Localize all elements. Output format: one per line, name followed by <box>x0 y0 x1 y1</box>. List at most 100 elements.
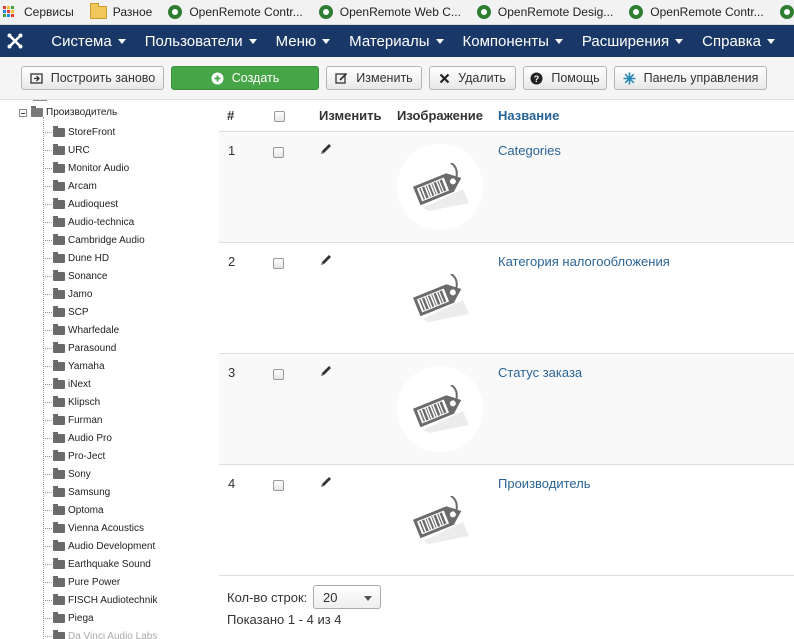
folder-icon <box>53 449 65 461</box>
tree-node[interactable]: Da Vinci Audio Labs <box>43 627 158 639</box>
tree-node[interactable]: Wharfedale <box>43 321 158 339</box>
folder-icon <box>53 485 65 497</box>
pagination-info: Показано 1 - 4 из 4 <box>227 612 342 627</box>
row-checkbox[interactable] <box>273 147 284 158</box>
openremote-icon <box>318 5 333 19</box>
rebuild-button[interactable]: Построить заново <box>21 66 164 90</box>
folder-icon <box>53 251 65 263</box>
bookmark-openremote-controller[interactable]: OpenRemote Contr... <box>168 5 303 19</box>
folder-icon <box>53 611 65 623</box>
openremote-icon <box>779 5 794 19</box>
item-title-link[interactable]: Категория налогообложения <box>498 254 670 269</box>
tree-node[interactable]: Cambridge Audio <box>43 231 158 249</box>
tree-node[interactable]: Optoma <box>43 501 158 519</box>
col-header-edit: Изменить <box>319 108 382 123</box>
tree-node-label: Sonance <box>68 270 108 282</box>
folder-icon <box>53 593 65 605</box>
col-header-num[interactable]: # <box>227 108 234 123</box>
close-icon <box>439 73 450 84</box>
folder-icon <box>53 431 65 443</box>
row-number: 2 <box>228 254 236 269</box>
bookmark-openremote-controller-2[interactable]: OpenRemote Contr... <box>629 5 764 19</box>
bookmark-folder-misc[interactable]: Разное <box>89 2 152 19</box>
row-checkbox[interactable] <box>273 258 284 269</box>
pencil-icon[interactable] <box>319 253 333 270</box>
edit-button[interactable]: Изменить <box>326 66 422 90</box>
rows-per-page-select[interactable]: 20 <box>313 585 381 609</box>
tree-node[interactable]: Audioquest <box>43 195 158 213</box>
pencil-icon[interactable] <box>319 475 333 492</box>
tree-node[interactable]: Arcam <box>43 177 158 195</box>
folder-icon <box>53 305 65 317</box>
tree-node[interactable]: FISCH Audiotechnik <box>43 591 158 609</box>
tree-node[interactable]: Vienna Acoustics <box>43 519 158 537</box>
table-body: 1 Categories 2 Категория налогообложения 3 Ст… <box>219 132 794 576</box>
folder-icon <box>53 287 65 299</box>
tree-node[interactable]: StoreFront <box>43 123 158 141</box>
joomla-logo-icon[interactable] <box>0 32 30 50</box>
tree-node[interactable]: Audio Development <box>43 537 158 555</box>
tag-image-icon <box>397 477 483 563</box>
tree-node-label: Optoma <box>68 504 104 516</box>
menu-menus[interactable]: Меню <box>276 33 331 50</box>
pencil-icon[interactable] <box>319 364 333 381</box>
bookmark-services[interactable]: Сервисы <box>3 5 74 19</box>
row-checkbox[interactable] <box>273 480 284 491</box>
menu-users[interactable]: Пользователи <box>145 33 257 50</box>
item-title-link[interactable]: Categories <box>498 143 561 158</box>
openremote-icon <box>476 5 491 19</box>
tree-node[interactable]: SCP <box>43 303 158 321</box>
tree-node[interactable]: Samsung <box>43 483 158 501</box>
tree-node[interactable]: Furman <box>43 411 158 429</box>
tree-node[interactable]: Yamaha <box>43 357 158 375</box>
tree-node[interactable]: Parasound <box>43 339 158 357</box>
tree-node[interactable]: Jamo <box>43 285 158 303</box>
col-header-image: Изображение <box>397 108 483 123</box>
bookmark-label: OpenRemote Contr... <box>650 5 764 19</box>
menu-extensions[interactable]: Расширения <box>582 33 684 50</box>
tree-root-node[interactable]: Производитель <box>19 106 117 118</box>
tree-node[interactable]: Pure Power <box>43 573 158 591</box>
tag-image-icon <box>397 144 483 230</box>
menu-label: Справка <box>702 32 761 50</box>
menu-content[interactable]: Материалы <box>349 33 444 50</box>
button-label: Построить заново <box>50 71 156 85</box>
tree-node[interactable]: Earthquake Sound <box>43 555 158 573</box>
menu-components[interactable]: Компоненты <box>463 33 563 50</box>
tree-node[interactable]: Klipsch <box>43 393 158 411</box>
tree-node[interactable]: Dune HD <box>43 249 158 267</box>
openremote-icon <box>629 5 644 19</box>
folder-icon <box>53 395 65 407</box>
bookmark-openremote-designer[interactable]: OpenRemote Desig... <box>476 5 613 19</box>
dashboard-button[interactable]: Панель управления <box>614 66 767 90</box>
folder-icon <box>53 557 65 569</box>
create-button[interactable]: Создать <box>171 66 319 90</box>
select-all-checkbox[interactable] <box>274 111 285 122</box>
tree-node[interactable]: Audio-technica <box>43 213 158 231</box>
help-button[interactable]: ? Помощь <box>523 66 607 90</box>
tree-node[interactable]: iNext <box>43 375 158 393</box>
tree-node[interactable]: Monitor Audio <box>43 159 158 177</box>
tree-node[interactable]: Audio Pro <box>43 429 158 447</box>
tree-node[interactable]: Pro-Ject <box>43 447 158 465</box>
tree-node[interactable]: Piega <box>43 609 158 627</box>
delete-button[interactable]: Удалить <box>429 66 516 90</box>
bookmark-openremote-more[interactable]: Op <box>779 5 794 19</box>
col-header-name[interactable]: Название <box>498 108 559 123</box>
item-title-link[interactable]: Статус заказа <box>498 365 582 380</box>
menu-label: Меню <box>275 32 317 50</box>
collapse-icon[interactable] <box>19 108 27 117</box>
folder-icon <box>53 197 65 209</box>
item-title-link[interactable]: Производитель <box>498 476 591 491</box>
folder-icon <box>53 341 65 353</box>
tree-node[interactable]: URC <box>43 141 158 159</box>
tree-node-label: Vienna Acoustics <box>68 522 144 534</box>
menu-system[interactable]: Система <box>51 33 126 50</box>
folder-icon <box>53 359 65 371</box>
pencil-icon[interactable] <box>319 142 333 159</box>
menu-help[interactable]: Справка <box>702 33 775 50</box>
tree-node[interactable]: Sonance <box>43 267 158 285</box>
row-checkbox[interactable] <box>273 369 284 380</box>
tree-node[interactable]: Sony <box>43 465 158 483</box>
bookmark-openremote-web[interactable]: OpenRemote Web C... <box>318 5 461 19</box>
